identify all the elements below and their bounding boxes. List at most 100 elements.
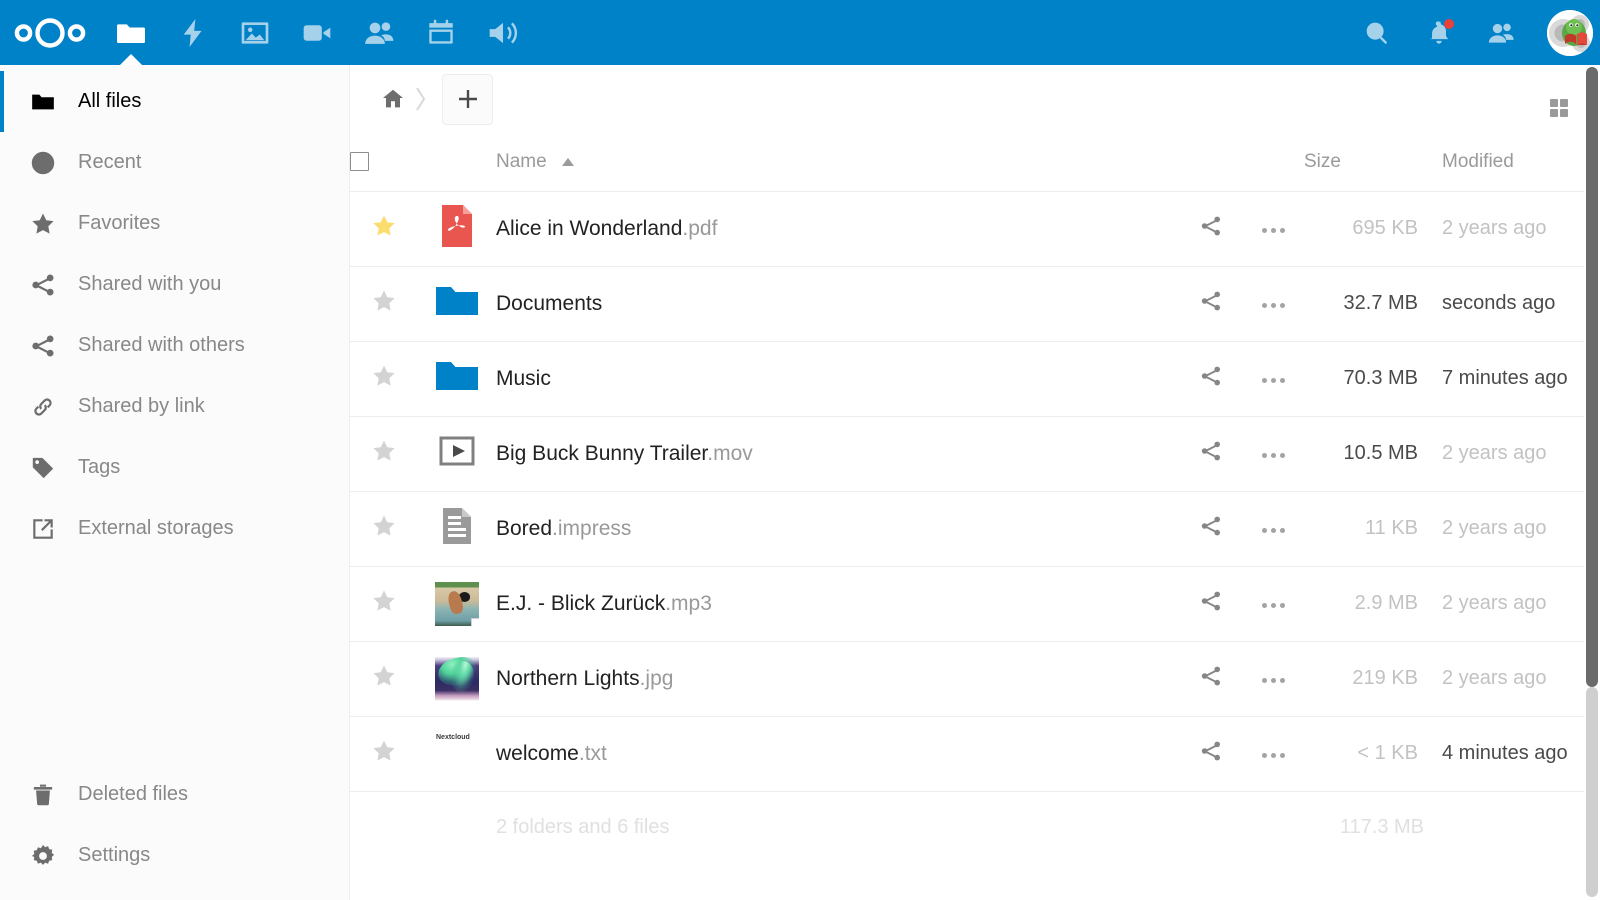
sidebar-item-settings[interactable]: Settings bbox=[0, 825, 349, 886]
sidebar-item-label: Shared with you bbox=[62, 273, 221, 296]
breadcrumb-home[interactable] bbox=[374, 80, 412, 118]
share-icon[interactable] bbox=[1199, 589, 1223, 613]
file-name-cell[interactable]: Alice in Wonderland.pdf bbox=[496, 191, 1180, 266]
favorite-cell bbox=[350, 266, 418, 341]
share-icon[interactable] bbox=[1199, 364, 1223, 388]
notifications-button[interactable] bbox=[1408, 0, 1470, 65]
share-icon[interactable] bbox=[1199, 514, 1223, 538]
sidebar-item-external-storages[interactable]: External storages bbox=[0, 498, 349, 559]
sidebar-item-shared-by-link[interactable]: Shared by link bbox=[0, 376, 349, 437]
share-icon[interactable] bbox=[1199, 289, 1223, 313]
megaphone-icon bbox=[487, 17, 519, 49]
file-icon-cell bbox=[418, 266, 496, 341]
more-actions-icon[interactable] bbox=[1262, 303, 1285, 308]
share-icon[interactable] bbox=[1199, 739, 1223, 763]
file-basename: E.J. - Blick Zurück bbox=[496, 592, 665, 615]
sidebar-item-tags[interactable]: Tags bbox=[0, 437, 349, 498]
sidebar-item-label: Deleted files bbox=[62, 783, 188, 806]
favorite-star-icon[interactable] bbox=[371, 438, 397, 464]
avatar bbox=[1547, 10, 1593, 56]
favorite-star-icon[interactable] bbox=[371, 588, 397, 614]
thumbnail-corner bbox=[471, 618, 479, 626]
external-icon bbox=[30, 516, 56, 542]
user-menu-button[interactable] bbox=[1532, 0, 1594, 65]
favorite-cell bbox=[350, 566, 418, 641]
table-row[interactable]: Documents 32.7 MB seconds ago bbox=[350, 266, 1600, 341]
share-icon[interactable] bbox=[1199, 439, 1223, 463]
search-button[interactable] bbox=[1346, 0, 1408, 65]
nextcloud-logo-link[interactable] bbox=[0, 0, 100, 65]
file-name-cell[interactable]: Documents bbox=[496, 266, 1180, 341]
actions-cell bbox=[1242, 341, 1304, 416]
share-icon[interactable] bbox=[1199, 664, 1223, 688]
name-header[interactable]: Name bbox=[496, 133, 1180, 191]
table-row[interactable]: Big Buck Bunny Trailer.mov 10.5 MB 2 yea… bbox=[350, 416, 1600, 491]
new-file-button[interactable] bbox=[442, 74, 493, 125]
app-icon-announcements[interactable] bbox=[472, 0, 534, 65]
favorite-star-icon[interactable] bbox=[371, 738, 397, 764]
sidebar-item-favorites[interactable]: Favorites bbox=[0, 193, 349, 254]
file-name-cell[interactable]: Bored.impress bbox=[496, 491, 1180, 566]
chevron-right-icon bbox=[412, 82, 430, 116]
app-icon-photos[interactable] bbox=[224, 0, 286, 65]
sidebar-item-label: Shared by link bbox=[62, 395, 205, 418]
table-row[interactable]: Bored.impress 11 KB 2 years ago bbox=[350, 491, 1600, 566]
more-actions-icon[interactable] bbox=[1262, 528, 1285, 533]
scrollbar-track-rest bbox=[1586, 687, 1598, 897]
modified-header[interactable]: Modified bbox=[1424, 133, 1600, 191]
sidebar-item-recent[interactable]: Recent bbox=[0, 132, 349, 193]
share-cell bbox=[1180, 191, 1242, 266]
content-scrollbar[interactable] bbox=[1584, 65, 1600, 900]
favorite-star-icon[interactable] bbox=[371, 513, 397, 539]
sidebar-item-deleted-files[interactable]: Deleted files bbox=[0, 764, 349, 825]
calendar-icon bbox=[425, 17, 457, 49]
folder-icon bbox=[431, 275, 483, 327]
more-actions-icon[interactable] bbox=[1262, 603, 1285, 608]
app-icon-activity[interactable] bbox=[162, 0, 224, 65]
file-name-cell[interactable]: welcome.txt bbox=[496, 716, 1180, 791]
table-row[interactable]: Northern Lights.jpg 219 KB 2 years ago bbox=[350, 641, 1600, 716]
sidebar-item-shared-with-others[interactable]: Shared with others bbox=[0, 315, 349, 376]
sidebar-item-label: Shared with others bbox=[62, 334, 245, 357]
share-icon bbox=[30, 333, 56, 359]
file-modified: 4 minutes ago bbox=[1424, 716, 1600, 791]
file-name-cell[interactable]: Music bbox=[496, 341, 1180, 416]
contacts-menu-button[interactable] bbox=[1470, 0, 1532, 65]
table-row[interactable]: Music 70.3 MB 7 minutes ago bbox=[350, 341, 1600, 416]
more-actions-icon[interactable] bbox=[1262, 678, 1285, 683]
favorite-star-icon[interactable] bbox=[371, 363, 397, 389]
sort-ascending-icon bbox=[561, 157, 575, 167]
grid-view-toggle[interactable] bbox=[1544, 93, 1574, 123]
file-basename: Bored bbox=[496, 517, 552, 540]
table-row[interactable]: Nextcloud welcome.txt bbox=[350, 716, 1600, 791]
table-row[interactable]: Alice in Wonderland.pdf 695 KB 2 years a… bbox=[350, 191, 1600, 266]
more-actions-icon[interactable] bbox=[1262, 378, 1285, 383]
file-name-cell[interactable]: Big Buck Bunny Trailer.mov bbox=[496, 416, 1180, 491]
favorite-star-icon[interactable] bbox=[371, 663, 397, 689]
file-name-cell[interactable]: Northern Lights.jpg bbox=[496, 641, 1180, 716]
file-name-cell[interactable]: E.J. - Blick Zurück.mp3 bbox=[496, 566, 1180, 641]
table-row[interactable]: E.J. - Blick Zurück.mp3 2.9 MB 2 years a… bbox=[350, 566, 1600, 641]
more-actions-icon[interactable] bbox=[1262, 753, 1285, 758]
app-icon-calendar[interactable] bbox=[410, 0, 472, 65]
actions-cell bbox=[1242, 641, 1304, 716]
select-all-checkbox[interactable] bbox=[350, 152, 369, 171]
sidebar-item-shared-with-you[interactable]: Shared with you bbox=[0, 254, 349, 315]
share-icon[interactable] bbox=[1199, 214, 1223, 238]
sidebar-item-all-files[interactable]: All files bbox=[0, 71, 349, 132]
app-icon-files[interactable] bbox=[100, 0, 162, 65]
app-icon-talk[interactable] bbox=[286, 0, 348, 65]
more-actions-icon[interactable] bbox=[1262, 453, 1285, 458]
favorite-star-icon[interactable] bbox=[371, 213, 397, 239]
favorite-star-icon[interactable] bbox=[371, 288, 397, 314]
more-actions-icon[interactable] bbox=[1262, 228, 1285, 233]
actions-cell bbox=[1242, 416, 1304, 491]
file-icon-cell bbox=[418, 641, 496, 716]
folder-icon bbox=[30, 89, 56, 115]
share-icon bbox=[30, 272, 56, 298]
app-icon-contacts[interactable] bbox=[348, 0, 410, 65]
file-size: 695 KB bbox=[1304, 191, 1424, 266]
size-header[interactable]: Size bbox=[1304, 133, 1424, 191]
scrollbar-thumb[interactable] bbox=[1586, 67, 1598, 687]
file-modified: 2 years ago bbox=[1424, 641, 1600, 716]
